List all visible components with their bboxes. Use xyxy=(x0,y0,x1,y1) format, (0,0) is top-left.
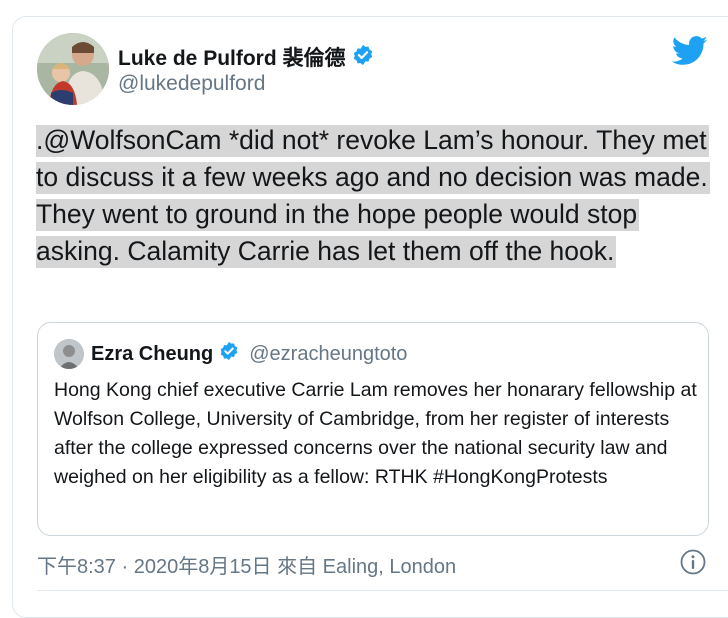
twitter-bird-icon[interactable] xyxy=(671,36,708,66)
quoted-author-name[interactable]: Ezra Cheung xyxy=(91,343,213,366)
quoted-tweet[interactable]: Ezra Cheung @ezracheungtoto Hong Kong ch… xyxy=(37,322,709,536)
quoted-author-handle[interactable]: @ezracheungtoto xyxy=(249,343,407,366)
tweet-timestamp[interactable]: 下午8:37 · 2020年8月15日 來自 Ealing, London xyxy=(37,550,456,579)
info-icon[interactable] xyxy=(680,549,706,575)
quoted-author-avatar[interactable] xyxy=(54,339,84,369)
tweet-text: .@WolfsonCam *did not* revoke Lam’s hono… xyxy=(36,122,716,270)
verified-badge-icon xyxy=(352,44,374,71)
author-handle[interactable]: @lukedepulford xyxy=(118,72,265,96)
author-avatar[interactable] xyxy=(37,33,109,105)
verified-badge-icon xyxy=(219,341,239,367)
author-name-line[interactable]: Luke de Pulford 裴倫德 xyxy=(118,42,374,72)
author-name[interactable]: Luke de Pulford 裴倫德 xyxy=(118,42,346,72)
quoted-name-line[interactable]: Ezra Cheung @ezracheungtoto xyxy=(91,341,407,367)
divider xyxy=(37,590,728,591)
quoted-tweet-text: Hong Kong chief executive Carrie Lam rem… xyxy=(54,379,697,488)
tweet-text-content: .@WolfsonCam *did not* revoke Lam’s hono… xyxy=(36,125,710,268)
